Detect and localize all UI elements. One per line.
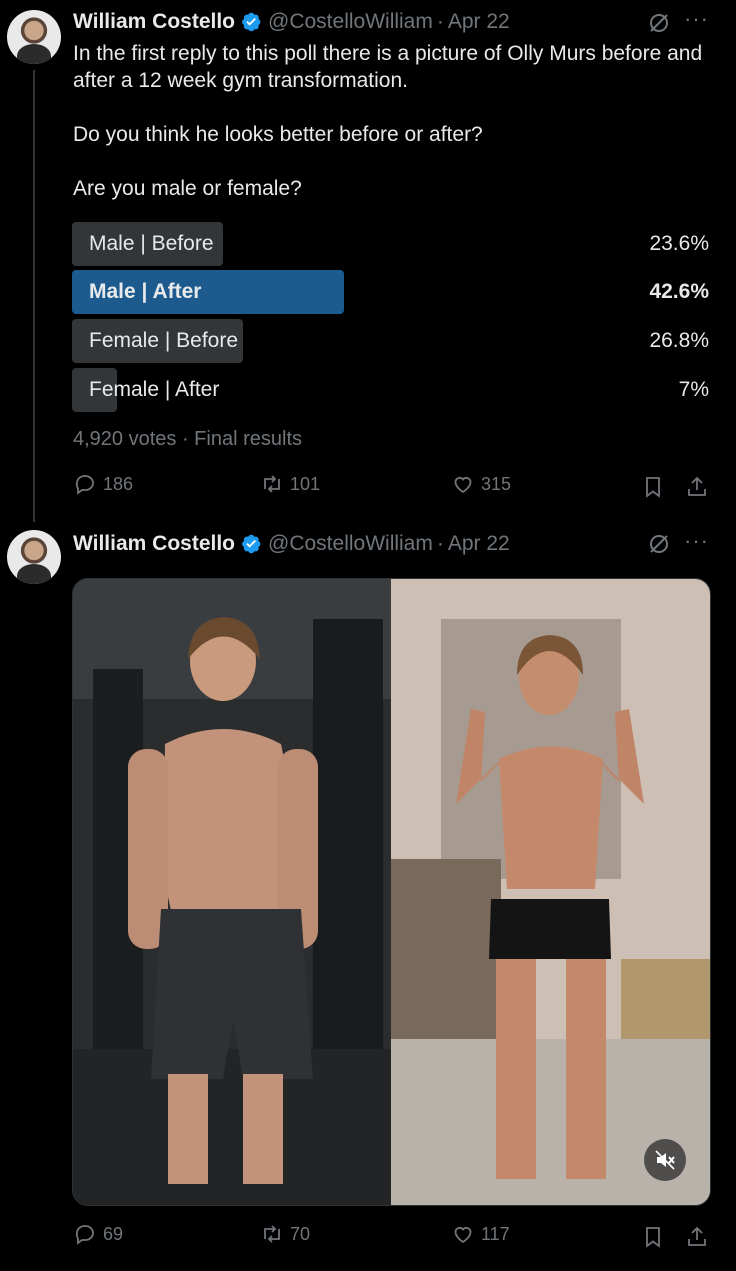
author-handle[interactable]: @CostelloWilliam <box>268 532 433 556</box>
tweet-date[interactable]: Apr 22 <box>448 532 510 556</box>
like-count: 117 <box>481 1223 510 1244</box>
author-avatar[interactable] <box>7 10 61 64</box>
grok-icon[interactable] <box>647 11 671 35</box>
like-count: 315 <box>481 473 512 494</box>
heart-icon <box>454 1227 472 1244</box>
media-image[interactable] <box>72 578 711 1206</box>
poll-option-label: Male | After <box>89 280 202 303</box>
poll-option-percent: 26.8% <box>649 329 709 352</box>
poll-option: Female | After 7% <box>72 368 709 412</box>
author-name[interactable]: William Costello <box>73 532 235 556</box>
grok-icon[interactable] <box>647 532 671 556</box>
repost-button[interactable]: 101 <box>260 472 320 496</box>
photo-after <box>391 579 710 1205</box>
reply-button[interactable]: 69 <box>73 1222 123 1246</box>
action-bar: 186 101 315 <box>0 472 736 502</box>
photo-before <box>73 579 391 1205</box>
poll-option-percent: 42.6% <box>649 280 709 303</box>
poll-option-percent: 7% <box>678 378 709 401</box>
reply-count: 186 <box>103 473 134 494</box>
author-name[interactable]: William Costello <box>73 10 235 34</box>
reply-icon <box>75 1225 94 1245</box>
poll-option-label: Female | Before <box>89 329 239 352</box>
like-button[interactable]: 315 <box>451 472 511 496</box>
repost-icon <box>264 475 280 493</box>
tweet-date[interactable]: Apr 22 <box>448 10 510 34</box>
poll-option: Male | Before 23.6% <box>72 222 709 266</box>
separator-dot: · <box>436 10 444 33</box>
verified-badge-icon <box>242 534 261 554</box>
action-bar: 69 70 117 <box>0 1222 736 1252</box>
more-options-icon[interactable]: ··· <box>684 8 708 34</box>
repost-button[interactable]: 70 <box>260 1222 310 1246</box>
repost-icon <box>264 1225 280 1243</box>
reply-count: 69 <box>103 1223 124 1244</box>
author-handle[interactable]: @CostelloWilliam <box>268 10 433 34</box>
tweet-text: In the first reply to this poll there is… <box>73 42 703 200</box>
reply-icon <box>75 475 94 495</box>
like-button[interactable]: 117 <box>451 1222 510 1246</box>
tweet-poll[interactable]: William Costello @CostelloWilliam · Apr … <box>0 0 736 522</box>
poll-option-percent: 23.6% <box>649 232 709 255</box>
reply-button[interactable]: 186 <box>73 472 133 496</box>
bookmark-icon[interactable] <box>641 475 665 499</box>
poll-results-meta: 4,920 votes · Final results <box>73 428 302 450</box>
verified-badge-icon <box>242 12 261 32</box>
speaker-muted-icon <box>655 1150 675 1170</box>
tweet-header: William Costello @CostelloWilliam · Apr … <box>73 8 510 36</box>
poll-option-label: Female | After <box>89 378 220 401</box>
poll-option-winner: Male | After 42.6% <box>72 270 709 314</box>
share-icon[interactable] <box>685 475 709 499</box>
bookmark-icon[interactable] <box>641 1225 665 1249</box>
more-options-icon[interactable]: ··· <box>684 530 708 556</box>
repost-count: 70 <box>290 1223 311 1244</box>
poll-option-label: Male | Before <box>89 232 214 255</box>
separator-dot: · <box>436 532 444 555</box>
mute-button[interactable] <box>644 1139 686 1181</box>
poll-option: Female | Before 26.8% <box>72 319 709 363</box>
author-avatar[interactable] <box>7 530 61 584</box>
tweet-header: William Costello @CostelloWilliam · Apr … <box>73 530 510 558</box>
repost-count: 101 <box>290 473 321 494</box>
heart-icon <box>454 477 472 494</box>
share-icon[interactable] <box>685 1225 709 1249</box>
thread-line <box>33 70 35 522</box>
